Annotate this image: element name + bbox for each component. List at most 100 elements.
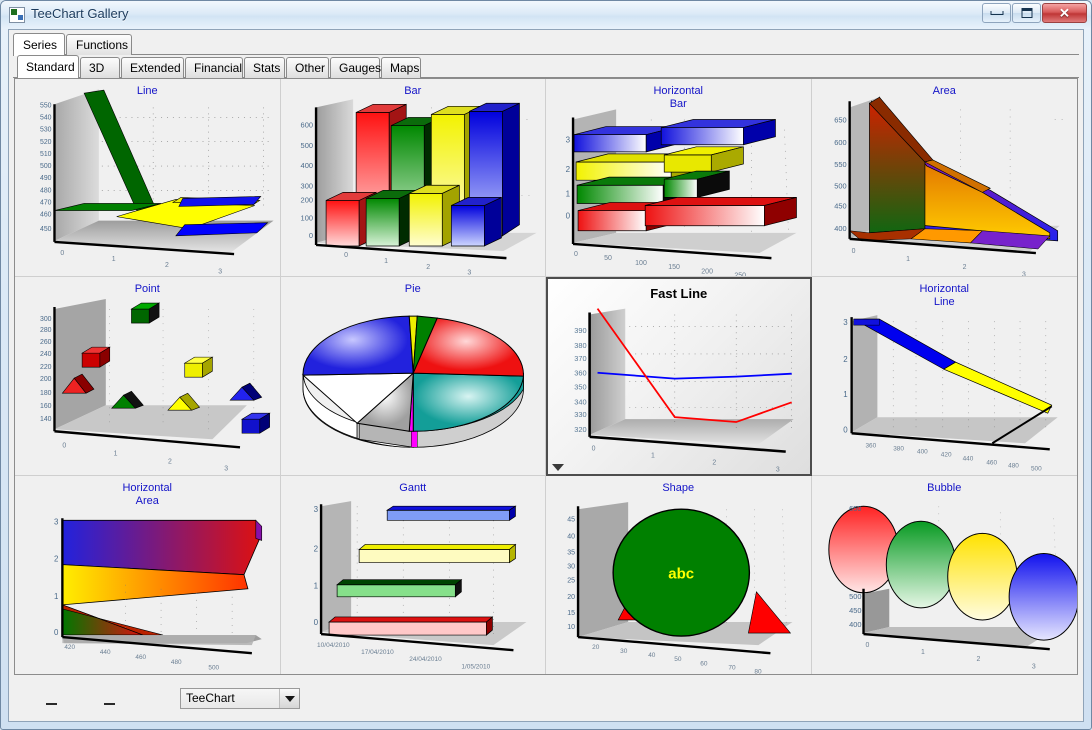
tab-extended[interactable]: Extended [121, 57, 184, 78]
gallery-cell-horizontal-line[interactable]: Horizontal Line 32 10 360 380 400 420 44… [811, 277, 1077, 476]
svg-text:0: 0 [574, 251, 578, 258]
tab-series[interactable]: Series [13, 33, 65, 56]
bottom-mark-left[interactable] [46, 703, 57, 705]
chart-source-combobox[interactable]: TeeChart [180, 688, 300, 709]
svg-text:2: 2 [168, 459, 172, 466]
svg-text:500: 500 [849, 591, 861, 600]
fast-line-chart-plot: 390380 370360 350340 330320 01 23 [574, 308, 794, 474]
gallery-cell-point[interactable]: Point 300 280 260 240 220 200 180 160 140 [15, 277, 281, 476]
bottom-mark-right[interactable] [104, 703, 115, 705]
tab-stats[interactable]: Stats [244, 57, 285, 78]
svg-text:450: 450 [849, 606, 861, 615]
point-chart-plot: 300280 260240 220200 180160 140 01 23 [40, 299, 271, 473]
svg-text:480: 480 [40, 187, 52, 194]
svg-text:0: 0 [308, 231, 312, 240]
svg-text:50: 50 [674, 656, 682, 663]
tab-standard[interactable]: Standard [17, 55, 79, 78]
svg-text:160: 160 [40, 404, 52, 411]
svg-text:2: 2 [976, 656, 980, 663]
area-chart-plot: 650600 550500 450400 01 23 [834, 96, 1065, 276]
svg-text:200: 200 [40, 376, 52, 383]
svg-text:2: 2 [426, 264, 430, 271]
svg-text:0: 0 [592, 446, 596, 453]
svg-text:15: 15 [567, 610, 575, 617]
svg-text:0: 0 [60, 250, 64, 257]
svg-text:3: 3 [467, 269, 471, 276]
svg-text:0: 0 [566, 212, 571, 221]
svg-text:450: 450 [40, 226, 52, 233]
tab-other[interactable]: Other [286, 57, 329, 78]
svg-text:100: 100 [635, 260, 647, 267]
minimize-icon [990, 11, 1003, 15]
outer-tabstrip: Series Functions [13, 33, 1079, 56]
svg-text:24/04/2010: 24/04/2010 [409, 656, 442, 663]
tab-functions[interactable]: Functions [66, 34, 132, 55]
svg-text:550: 550 [40, 102, 52, 109]
window-title: TeeChart Gallery [31, 6, 129, 21]
gallery-cell-area[interactable]: Area 650 600 550 500 450 400 0 1 2 3 [811, 79, 1077, 278]
svg-text:0: 0 [851, 248, 855, 255]
svg-text:30: 30 [620, 648, 628, 655]
svg-text:150: 150 [668, 264, 680, 271]
svg-text:2: 2 [165, 262, 169, 269]
svg-text:320: 320 [574, 425, 586, 434]
svg-text:20: 20 [567, 593, 575, 600]
maximize-button[interactable] [1012, 3, 1041, 23]
tab-3d[interactable]: 3D [80, 57, 120, 78]
svg-text:240: 240 [40, 351, 52, 358]
client-area: Series Functions Standard 3D Extended Fi… [8, 29, 1084, 722]
bubble-chart-plot: 650 500 450 400 0 1 2 3 [827, 504, 1077, 670]
svg-text:1: 1 [651, 453, 655, 460]
svg-text:0: 0 [54, 628, 59, 637]
svg-text:420: 420 [64, 644, 75, 651]
svg-text:17/04/2010: 17/04/2010 [361, 649, 394, 656]
svg-text:300: 300 [40, 316, 52, 323]
svg-text:370: 370 [574, 354, 586, 363]
minimize-button[interactable] [982, 3, 1011, 23]
svg-text:2: 2 [54, 554, 59, 563]
chevron-down-icon[interactable] [279, 689, 299, 708]
gallery-cell-pie[interactable]: Pie [280, 277, 546, 476]
svg-text:70: 70 [728, 664, 736, 671]
gallery-cell-shape[interactable]: Shape 45 40 35 30 25 20 15 10 abc 20 30 … [546, 475, 812, 674]
horizontal-line-chart-plot: 32 10 360 380 400 420 440460 480 500 [843, 315, 1058, 473]
svg-text:60: 60 [700, 660, 708, 667]
svg-text:3: 3 [566, 136, 571, 145]
svg-text:380: 380 [574, 341, 586, 350]
title-bar[interactable]: TeeChart Gallery ✕ [1, 1, 1091, 29]
svg-text:25: 25 [567, 577, 575, 584]
svg-text:10: 10 [567, 624, 575, 631]
svg-text:3: 3 [313, 505, 318, 514]
tab-maps[interactable]: Maps [381, 57, 421, 78]
svg-text:20: 20 [592, 644, 600, 651]
gallery-cell-bubble[interactable]: Bubble 650 500 450 400 0 1 2 3 [811, 475, 1077, 674]
gallery-cell-gantt[interactable]: Gantt 32 10 10/04/2010 17/04/2010 24/04/… [280, 475, 546, 674]
svg-text:350: 350 [574, 383, 586, 392]
svg-text:600: 600 [834, 138, 846, 147]
svg-text:0: 0 [865, 642, 869, 649]
svg-text:530: 530 [40, 127, 52, 134]
gallery-cell-fast-line[interactable]: Fast Line 390 380 370 360 350 340 330 320 [546, 277, 812, 476]
svg-text:1: 1 [313, 581, 318, 590]
tab-financial[interactable]: Financial [185, 57, 243, 78]
svg-text:1: 1 [843, 390, 848, 399]
svg-text:450: 450 [834, 201, 846, 210]
svg-text:1: 1 [566, 189, 571, 198]
svg-text:390: 390 [574, 327, 586, 336]
tab-gauges[interactable]: Gauges [330, 57, 381, 78]
svg-text:250: 250 [734, 272, 746, 276]
app-icon [9, 7, 25, 23]
svg-text:330: 330 [574, 410, 586, 419]
svg-text:400: 400 [300, 161, 313, 170]
close-button[interactable]: ✕ [1042, 3, 1087, 23]
gallery-cell-horizontal-bar[interactable]: Horizontal Bar 32 10 0 50 100 150 200 25… [546, 79, 812, 278]
svg-text:1: 1 [112, 256, 116, 263]
svg-text:470: 470 [40, 199, 52, 206]
gallery-cell-horizontal-area[interactable]: Horizontal Area 3 2 1 0 420 440 460 480 … [15, 475, 281, 674]
svg-text:460: 460 [135, 654, 146, 661]
gallery-cell-line[interactable]: Line 550 540 530 520 510 500 490 480 470… [15, 79, 281, 278]
svg-text:280: 280 [40, 327, 52, 334]
svg-text:260: 260 [40, 339, 52, 346]
svg-text:50: 50 [604, 255, 612, 262]
gallery-cell-bar[interactable]: Bar 600 500 400 300 200 100 0 0 1 2 3 [280, 79, 546, 278]
